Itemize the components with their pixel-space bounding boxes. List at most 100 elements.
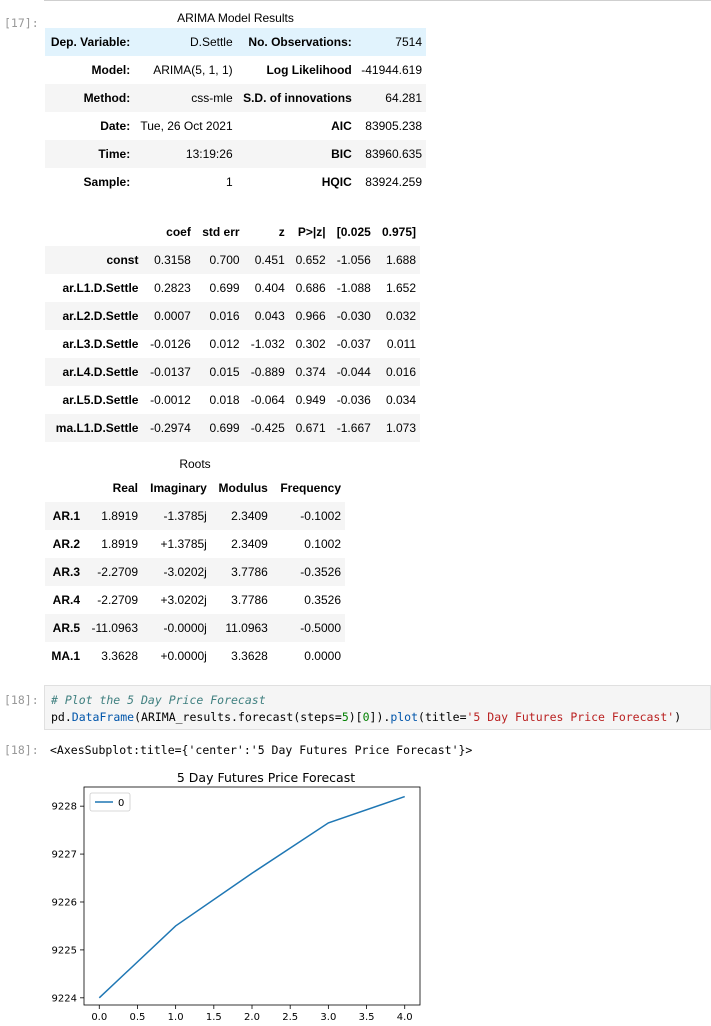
coef-term: ar.L3.D.Settle [62,337,139,351]
coef-value: 0.043 [254,309,285,323]
cell-18-in-prompt: [18]: [4,693,39,707]
coef-term: ma.L1.D.Settle [55,421,139,435]
coef-value: 0.699 [209,281,240,295]
roots-row: AR.2 1.8919 +1.3785j 2.3409 0.1002 [45,530,345,558]
summary-value: 64.281 [385,91,422,105]
coef-header: [0.025 [336,225,371,239]
y-tick-label: 9227 [52,850,77,861]
roots-header: Modulus [218,481,268,495]
root-value: -1.3785j [163,509,207,523]
x-tick-label: 2.5 [282,1012,298,1023]
x-tick-label: 1.0 [168,1012,184,1023]
summary-label: Log Likelihood [266,63,352,77]
summary-value: css-mle [191,91,233,105]
cell-17-prompt: [17]: [4,16,39,30]
root-value: 3.3628 [231,649,268,663]
summary-row: Model: ARIMA(5, 1, 1) Log Likelihood -41944… [45,56,426,84]
coef-value: 0.671 [295,421,326,435]
coef-header: coef [166,225,191,239]
coef-value: 0.652 [295,253,326,267]
summary-label: BIC [331,147,352,161]
roots-row: AR.5 -11.0963 -0.0000j 11.0963 -0.5000 [45,614,345,642]
summary-row: Method: css-mle S.D. of innovations 64.281 [45,84,426,112]
root-value: 0.0000 [304,649,341,663]
root-value: -3.0202j [163,565,207,579]
coef-value: 0.404 [254,281,285,295]
coef-term: ar.L1.D.Settle [62,281,139,295]
coef-value: 1.652 [385,281,416,295]
code-cell-18[interactable]: # Plot the 5 Day Price Forecast pd.DataF… [44,685,711,730]
root-value: 3.3628 [101,649,138,663]
roots-header [45,474,84,502]
summary-value: 7514 [395,35,422,49]
summary-value: Tue, 26 Oct 2021 [140,119,233,133]
coef-value: -0.037 [336,337,371,351]
coef-value: -0.036 [336,393,371,407]
y-tick-label: 9228 [52,802,77,813]
y-tick-label: 9226 [52,897,77,908]
roots-row: MA.1 3.3628 +0.0000j 3.3628 0.0000 [45,642,345,670]
coef-value: 0.374 [295,365,326,379]
coef-value: 0.015 [209,365,240,379]
root-value: 3.7786 [231,565,268,579]
roots-row: AR.4 -2.2709 +3.0202j 3.7786 0.3526 [45,586,345,614]
plot-area [83,786,421,1006]
coef-value: 0.699 [209,421,240,435]
roots-table: Roots Real Imaginary Modulus Frequency AR.1… [45,454,345,670]
coef-value: 0.2823 [154,281,191,295]
root-value: +0.0000j [160,649,207,663]
coef-row: ar.L3.D.Settle -0.0126 0.012 -1.032 0.302 -0.… [45,330,420,358]
x-tick-label: 1.5 [206,1012,222,1023]
coef-value: 0.016 [385,365,416,379]
root-label: AR.4 [52,593,81,607]
x-tick-label: 2.0 [244,1012,260,1023]
coef-value: -0.0126 [150,337,191,351]
coef-value: 0.0007 [154,309,191,323]
summary-row: Dep. Variable: D.Settle No. Observations: 7… [45,28,426,56]
summary-label: Model: [91,63,131,77]
roots-header: Frequency [280,481,341,495]
coef-value: -0.0137 [150,365,191,379]
root-value: -0.3526 [300,565,341,579]
summary-value: ARIMA(5, 1, 1) [153,63,233,77]
summary-row: Sample: 1 HQIC 83924.259 [45,168,426,196]
summary-value: 83960.635 [365,147,422,161]
summary-label: Method: [83,91,131,105]
coef-value: 0.451 [254,253,285,267]
coef-row: ma.L1.D.Settle -0.2974 0.699 -0.425 0.671 -1.… [45,414,420,442]
coef-value: 0.966 [295,309,326,323]
coef-value: 0.302 [295,337,326,351]
coef-value: -1.056 [336,253,371,267]
coef-value: -0.425 [250,421,285,435]
cell-top-border [44,0,711,1]
coef-value: 0.011 [386,337,416,351]
summary-label: Sample: [83,175,131,189]
summary-row: Date: Tue, 26 Oct 2021 AIC 83905.238 [45,112,426,140]
coef-value: 0.032 [385,309,416,323]
coef-value: -1.088 [336,281,371,295]
coef-row: ar.L2.D.Settle 0.0007 0.016 0.043 0.966 -0.03… [45,302,420,330]
y-tick-label: 9224 [52,993,77,1004]
roots-title: Roots [179,457,211,471]
summary-label: Time: [98,147,131,161]
root-label: AR.3 [52,565,81,579]
legend-label: 0 [118,798,124,809]
coef-term: const [106,253,139,267]
summary-value: D.Settle [189,35,233,49]
summary-label: Date: [100,119,131,133]
root-value: -0.0000j [163,621,207,635]
root-value: +3.0202j [160,593,207,607]
root-value: +1.3785j [160,537,207,551]
x-tick-label: 4.0 [397,1012,413,1023]
coef-value: -1.667 [336,421,371,435]
roots-header: Imaginary [150,481,207,495]
summary-label: AIC [331,119,352,133]
coef-row: const 0.3158 0.700 0.451 0.652 -1.056 1.688 [45,246,420,274]
summary-label: HQIC [321,175,352,189]
coefficient-table: coef std err z P>|z| [0.025 0.975] const 0.315… [45,218,420,442]
cell-18-out-prompt: [18]: [4,743,39,757]
coef-value: -0.0012 [150,393,191,407]
summary-label: Dep. Variable: [50,35,131,49]
coef-value: -0.030 [336,309,371,323]
coef-term: ar.L2.D.Settle [62,309,139,323]
